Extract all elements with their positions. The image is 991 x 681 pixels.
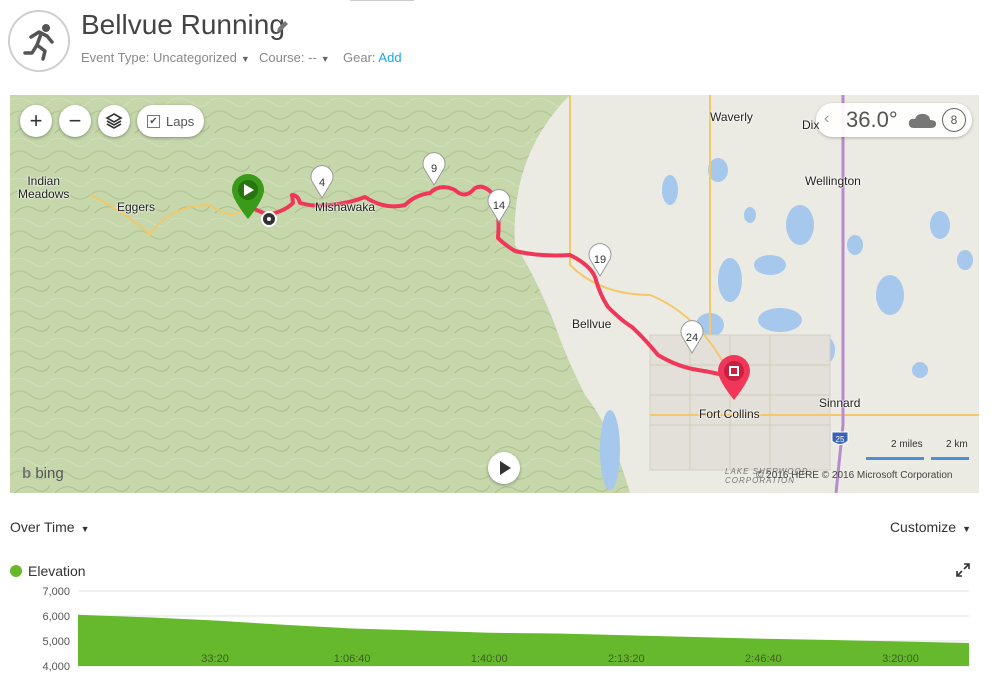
scale-bar-miles	[866, 457, 924, 460]
customize-dropdown[interactable]: Customize ▼	[890, 519, 971, 535]
event-type-dropdown[interactable]: Event Type: Uncategorized ▼	[81, 50, 250, 65]
x-tick-label: 1:06:40	[334, 653, 371, 665]
finish-pin-icon[interactable]	[718, 355, 750, 400]
x-tick-label: 33:20	[201, 653, 229, 665]
lap-marker-label: 4	[319, 177, 325, 189]
chevron-down-icon: ▼	[962, 524, 971, 534]
map-copyright: © 2016 HERE © 2016 Microsoft Corporation	[756, 470, 953, 481]
y-tick-label: 4,000	[42, 661, 70, 673]
course-label: Course: --	[259, 50, 317, 65]
pencil-edit-icon[interactable]	[275, 20, 289, 34]
lap-marker-14[interactable]: 14	[487, 189, 511, 223]
play-route-button[interactable]	[488, 452, 520, 484]
scale-bar-km	[931, 457, 969, 460]
bing-logo-icon: b	[22, 465, 32, 482]
lap-marker-24[interactable]: 24	[680, 320, 704, 354]
lap-marker-label: 14	[493, 200, 505, 212]
x-tick-label: 2:46:40	[745, 653, 782, 665]
chevron-down-icon: ▼	[320, 54, 330, 64]
over-time-label: Over Time	[10, 519, 75, 535]
event-type-label: Event Type: Uncategorized	[81, 50, 237, 65]
elevation-chart[interactable]: 4,000 5,000 6,000 7,000 33:20 1:06:40 1:40:00 2…	[0, 583, 991, 681]
y-tick-label: 5,000	[42, 636, 70, 648]
course-dropdown[interactable]: Course: -- ▼	[259, 50, 330, 65]
chart-legend[interactable]: Elevation	[10, 563, 86, 579]
route-map[interactable]: + − ✔ Laps ‹ 36.0° 8 Indian Meadows Egge…	[10, 95, 979, 493]
activity-title: Bellvue Running	[81, 9, 285, 40]
y-tick-label: 7,000	[42, 586, 70, 598]
start-pin-icon[interactable]	[232, 174, 264, 219]
legend-dot	[10, 565, 22, 577]
x-tick-label: 3:20:00	[882, 653, 919, 665]
lap-marker-9[interactable]: 9	[422, 152, 446, 186]
lap-markers: 4 9 14 19 24 25	[232, 152, 849, 445]
bing-logo: b bing	[22, 465, 64, 482]
running-activity-icon	[8, 10, 70, 72]
highway-number: 25	[836, 435, 845, 444]
chevron-down-icon: ▼	[240, 54, 250, 64]
activity-header: Bellvue Running Event Type: Uncategorize…	[0, 0, 991, 90]
scale-miles: 2 miles	[891, 439, 923, 450]
gear-label: Gear:	[343, 50, 376, 65]
lap-marker-label: 24	[686, 332, 698, 344]
play-icon	[500, 461, 511, 475]
lap-marker-19[interactable]: 19	[588, 243, 612, 277]
over-time-dropdown[interactable]: Over Time ▼	[10, 519, 90, 535]
x-tick-label: 1:40:00	[471, 653, 508, 665]
lap-marker-label: 9	[431, 163, 437, 175]
gear-add-link[interactable]: Add	[378, 50, 401, 65]
y-tick-label: 6,000	[42, 611, 70, 623]
chevron-down-icon: ▼	[80, 524, 90, 534]
lap-marker-label: 19	[594, 254, 606, 266]
customize-label: Customize	[889, 519, 957, 535]
expand-icon[interactable]	[956, 563, 970, 577]
legend-label: Elevation	[28, 563, 86, 579]
highway-25-shield: 25	[831, 431, 849, 445]
scale-km: 2 km	[946, 439, 968, 450]
bing-logo-text: bing	[35, 465, 64, 482]
gear-field: Gear: Add	[343, 50, 402, 65]
lap-marker-4[interactable]: 4	[310, 165, 334, 199]
chart-toolbar: Over Time ▼ Customize ▼	[10, 518, 979, 538]
x-tick-label: 2:13:20	[608, 653, 645, 665]
